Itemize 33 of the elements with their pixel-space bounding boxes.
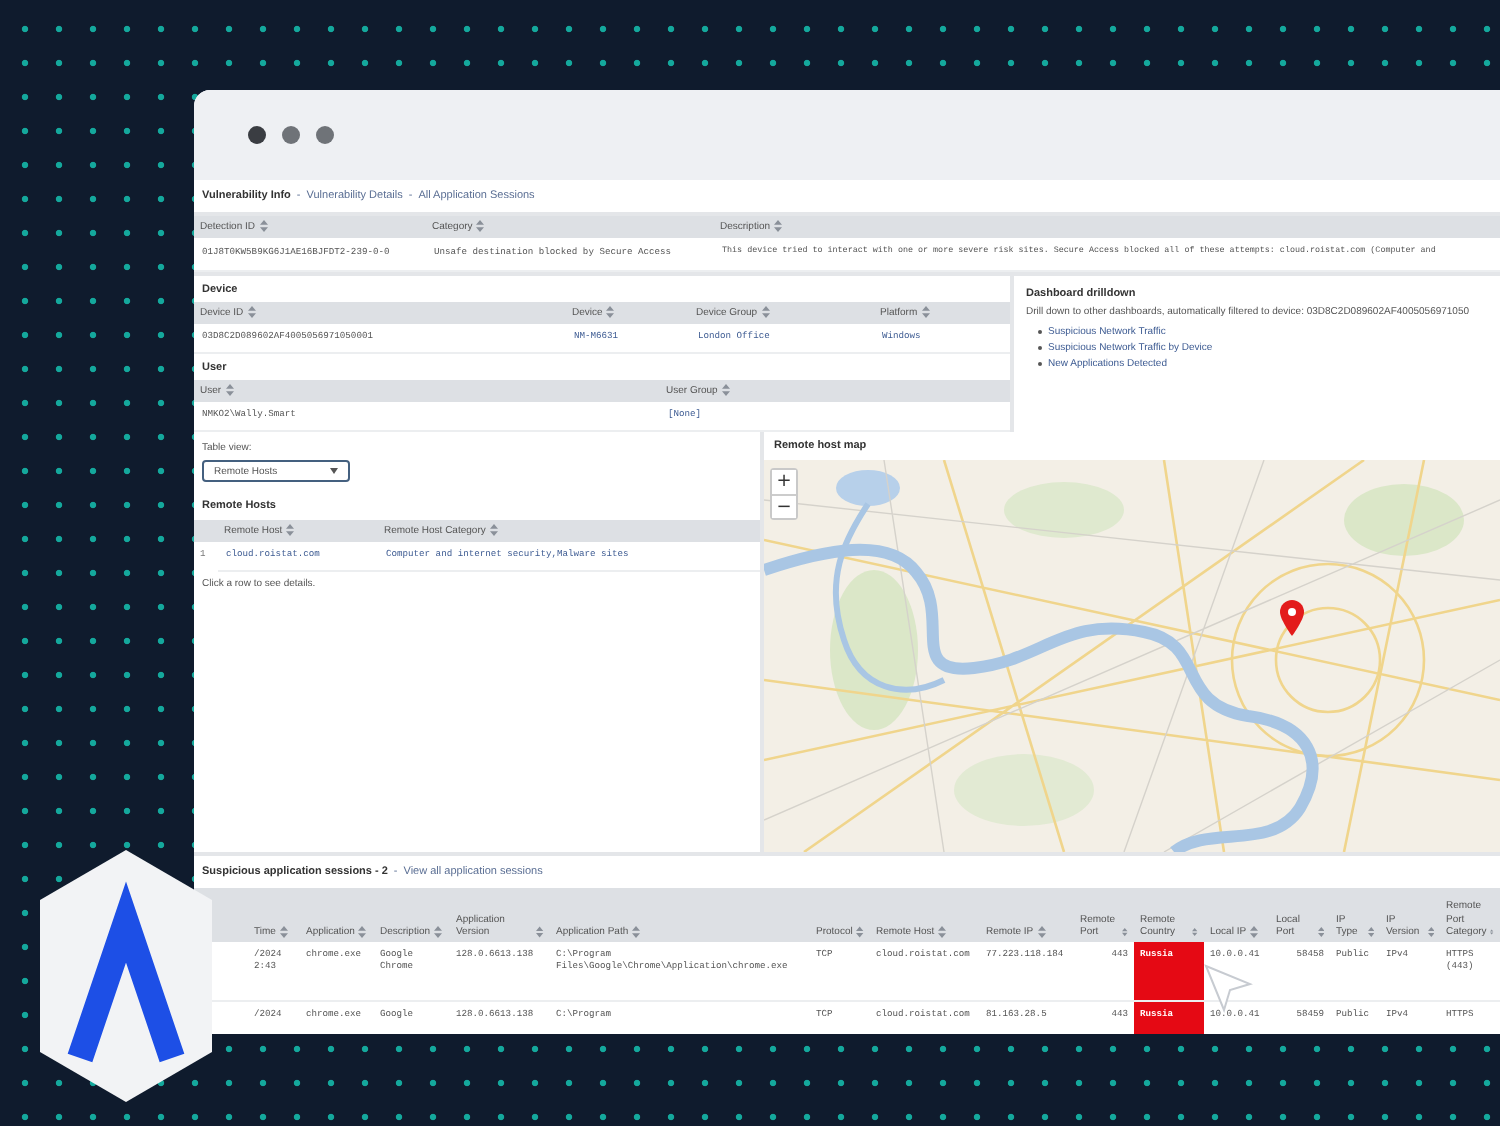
sort-icon <box>247 306 256 318</box>
window-control-dot[interactable] <box>316 126 334 144</box>
sort-icon <box>286 524 295 536</box>
sort-icon <box>856 926 864 938</box>
sort-icon <box>476 220 485 232</box>
sort-icon <box>1037 926 1046 938</box>
sort-icon <box>632 926 641 938</box>
map-pin-icon <box>1280 600 1304 636</box>
sort-icon <box>1122 926 1128 938</box>
sort-icon <box>489 524 498 536</box>
sort-icon <box>259 220 268 232</box>
window-control-dot[interactable] <box>282 126 300 144</box>
sort-icon <box>921 306 930 318</box>
caret-icon <box>330 468 338 474</box>
sort-icon <box>225 384 234 396</box>
sort-icon <box>358 926 367 938</box>
sort-icon <box>761 306 770 318</box>
sort-icon <box>606 306 615 318</box>
sort-icon <box>536 926 544 938</box>
sort-icon <box>434 926 443 938</box>
sort-icon <box>721 384 730 396</box>
sort-icon <box>1250 926 1259 938</box>
window-control-dot[interactable] <box>248 126 266 144</box>
sort-icon <box>1427 926 1434 938</box>
sort-icon <box>1367 926 1374 938</box>
sort-icon <box>774 220 783 232</box>
zoom-out-button[interactable]: − <box>772 494 796 518</box>
sort-icon <box>938 926 947 938</box>
sort-icon <box>1317 926 1324 938</box>
sort-icon <box>279 926 288 938</box>
zoom-in-button[interactable]: + <box>772 470 796 494</box>
sort-icon <box>1192 926 1198 938</box>
column-header <box>194 520 218 542</box>
